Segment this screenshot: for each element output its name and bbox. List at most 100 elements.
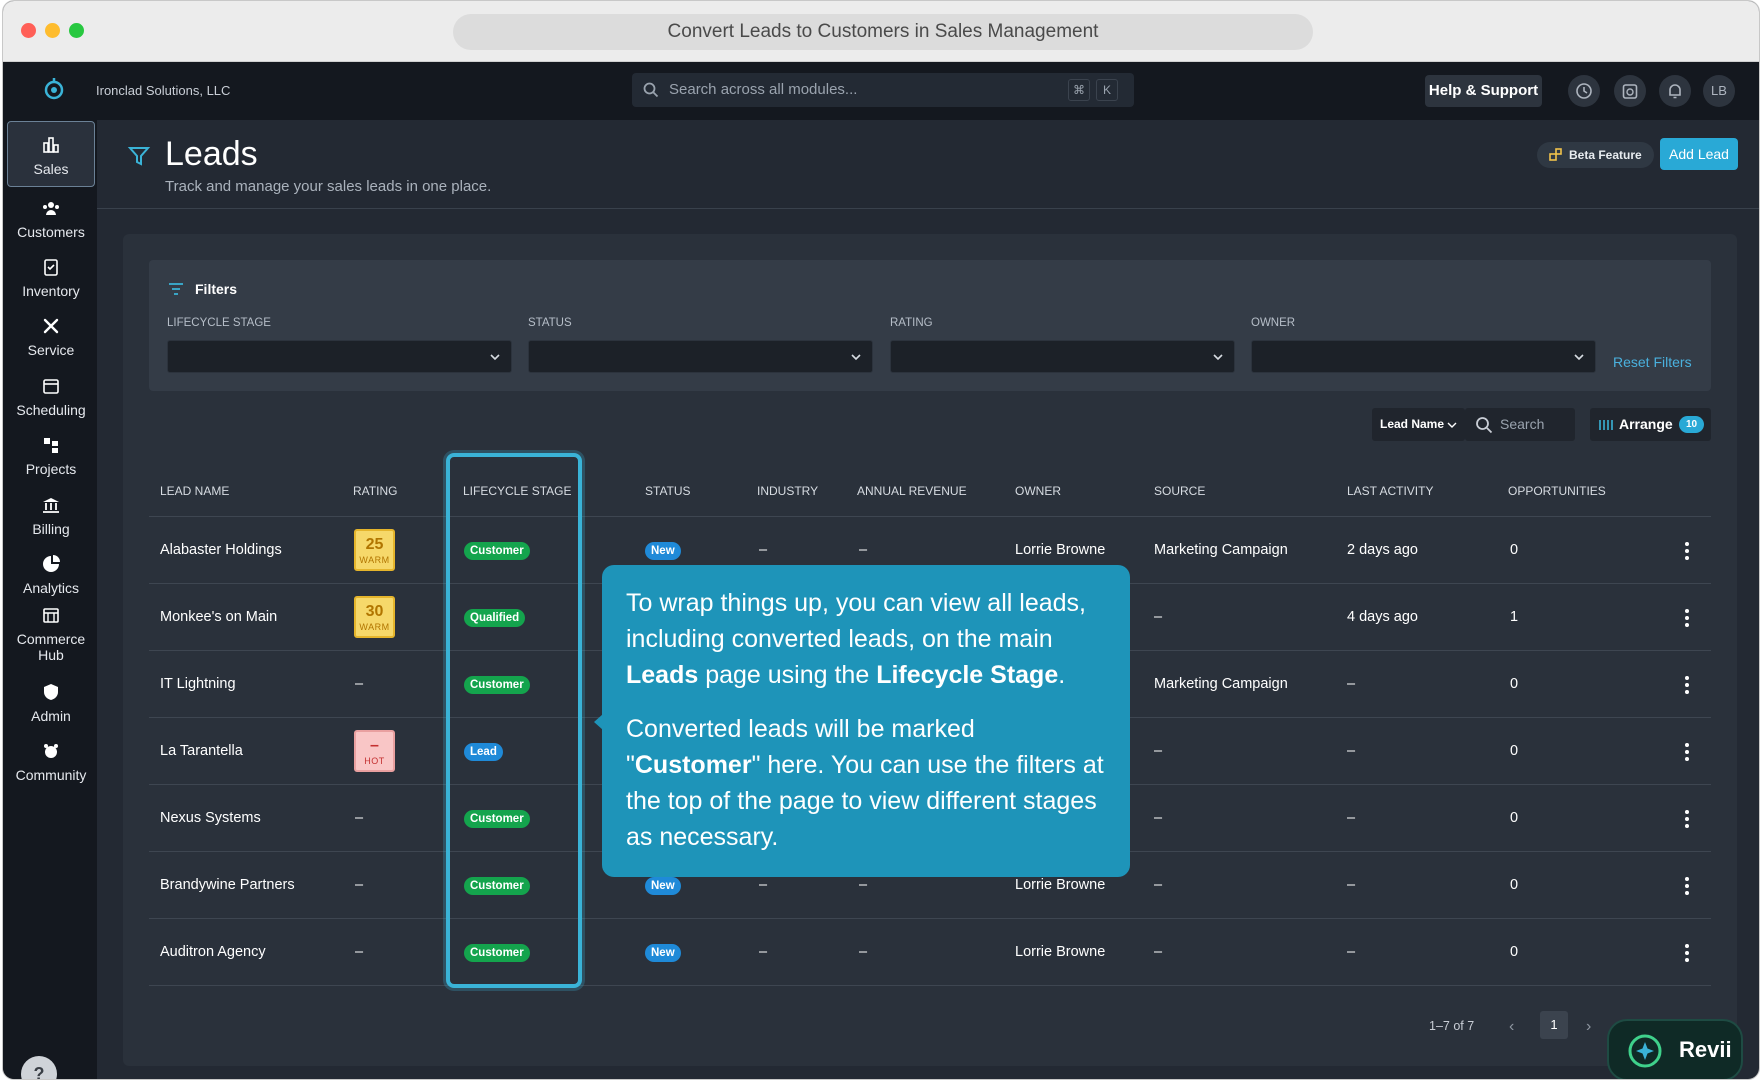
next-page-button[interactable]: › (1586, 1018, 1591, 1036)
lead-name-cell[interactable]: La Tarantella (160, 718, 243, 785)
source-cell: Marketing Campaign (1154, 542, 1288, 558)
sidebar-item-analytics[interactable]: Analytics (7, 554, 95, 596)
people-icon (43, 202, 59, 215)
column-header-rating[interactable]: RATING (353, 484, 397, 498)
previous-page-button[interactable]: ‹ (1509, 1018, 1514, 1036)
reset-filters-link[interactable]: Reset Filters (1613, 354, 1692, 370)
shield-user-icon (44, 684, 58, 700)
store-icon (43, 608, 59, 623)
browser-titlebar: Convert Leads to Customers in Sales Mana… (3, 1, 1759, 62)
tooltip-text: To wrap things up, you can view all lead… (626, 589, 1086, 653)
walkthrough-tooltip: To wrap things up, you can view all lead… (602, 565, 1130, 877)
tools-icon (43, 318, 59, 334)
column-header-status[interactable]: STATUS (645, 484, 691, 498)
global-search-input[interactable]: Search across all modules... ⌘ K (632, 73, 1134, 107)
sidebar-item-scheduling[interactable]: Scheduling (7, 376, 95, 418)
more-options-icon[interactable] (1685, 809, 1689, 829)
lead-name-cell[interactable]: Monkee's on Main (160, 584, 277, 651)
more-options-icon[interactable] (1685, 608, 1689, 628)
sidebar-item-community[interactable]: Community (7, 741, 95, 783)
global-search-placeholder: Search across all modules... (669, 81, 858, 98)
more-options-icon[interactable] (1685, 876, 1689, 896)
sidebar-item-projects[interactable]: Projects (7, 435, 95, 477)
sidebar-item-service[interactable]: Service (7, 316, 95, 358)
opportunities-cell: 0 (1510, 743, 1519, 759)
column-header-owner[interactable]: OWNER (1015, 484, 1061, 498)
column-header-opportunities[interactable]: OPPORTUNITIES (1508, 484, 1606, 498)
page-1-button[interactable]: 1 (1540, 1011, 1568, 1039)
user-avatar[interactable]: LB (1703, 75, 1735, 107)
rating-select[interactable] (890, 340, 1235, 373)
minimize-window-button[interactable] (45, 23, 60, 38)
more-options-icon[interactable] (1685, 675, 1689, 695)
timer-button[interactable] (1614, 75, 1646, 107)
rating-cell: – (355, 810, 364, 826)
rating-cell: – (355, 676, 364, 692)
app-logo-icon[interactable] (41, 76, 67, 102)
source-cell: – (1154, 944, 1163, 960)
lead-name-cell[interactable]: Alabaster Holdings (160, 517, 282, 584)
help-support-button[interactable]: Help & Support (1425, 75, 1542, 107)
table-row[interactable]: Auditron Agency – Customer New – – Lorri… (149, 919, 1711, 986)
app-window: Convert Leads to Customers in Sales Mana… (2, 0, 1760, 1080)
sidebar-item-commerce-hub[interactable]: Commerce Hub (7, 605, 95, 663)
add-lead-button[interactable]: Add Lead (1660, 138, 1738, 170)
sort-field-select[interactable]: Lead Name (1372, 408, 1465, 441)
sidebar-item-label: Projects (25, 461, 77, 477)
bar-chart-icon (43, 137, 59, 153)
sidebar-item-sales[interactable]: Sales (7, 121, 95, 187)
column-header-lead-name[interactable]: LEAD NAME (160, 484, 229, 498)
opportunities-cell: 1 (1510, 609, 1519, 625)
sidebar-item-customers[interactable]: Customers (7, 198, 95, 240)
status-badge: New (645, 877, 681, 895)
chevron-down-icon (490, 354, 500, 361)
rating-badge: 25 WARM (354, 529, 395, 571)
notifications-button[interactable] (1659, 75, 1691, 107)
more-options-icon[interactable] (1685, 541, 1689, 561)
more-options-icon[interactable] (1685, 943, 1689, 963)
column-header-last-activity[interactable]: LAST ACTIVITY (1347, 484, 1433, 498)
sidebar-item-admin[interactable]: Admin (7, 682, 95, 724)
table-search-input[interactable]: Search (1465, 408, 1575, 441)
status-select[interactable] (528, 340, 873, 373)
column-header-annual-revenue[interactable]: ANNUAL REVENUE (857, 484, 967, 498)
column-header-industry[interactable]: INDUSTRY (757, 484, 818, 498)
lead-name-cell[interactable]: Auditron Agency (160, 919, 266, 986)
revii-assistant-button[interactable]: Revii (1607, 1019, 1743, 1079)
sidebar-item-inventory[interactable]: Inventory (7, 257, 95, 299)
last-activity-cell: – (1347, 877, 1356, 893)
hierarchy-icon (44, 438, 58, 453)
filters-title: Filters (195, 281, 238, 297)
sidebar-item-label: Customers (17, 224, 85, 240)
last-activity-cell: – (1347, 944, 1356, 960)
owner-label: OWNER (1251, 317, 1296, 329)
rating-label: RATING (890, 317, 933, 329)
source-cell: – (1154, 877, 1163, 893)
maximize-window-button[interactable] (69, 23, 84, 38)
column-header-source[interactable]: SOURCE (1154, 484, 1205, 498)
source-cell: Marketing Campaign (1154, 676, 1288, 692)
filter-lines-icon (169, 283, 183, 295)
lifecycle-stage-select[interactable] (167, 340, 512, 373)
sidebar-item-label: Sales (33, 161, 69, 177)
rating-score: – (370, 737, 379, 754)
close-window-button[interactable] (21, 23, 36, 38)
company-name: Ironclad Solutions, LLC (96, 83, 231, 98)
sidebar-item-billing[interactable]: Billing (7, 495, 95, 537)
arrange-columns-button[interactable]: Arrange 10 (1590, 408, 1711, 441)
lead-name-cell[interactable]: IT Lightning (160, 651, 236, 718)
k-key-hint: K (1096, 79, 1118, 101)
lead-name-cell[interactable]: Brandywine Partners (160, 852, 295, 919)
page-title: Leads (165, 135, 258, 173)
sort-field-label: Lead Name (1380, 417, 1445, 431)
tooltip-paragraph-2: Converted leads will be marked "Customer… (626, 711, 1106, 855)
more-options-icon[interactable] (1685, 742, 1689, 762)
lead-name-cell[interactable]: Nexus Systems (160, 785, 261, 852)
last-activity-cell: 2 days ago (1347, 542, 1418, 558)
owner-select[interactable] (1251, 340, 1596, 373)
beta-feature-badge[interactable]: Beta Feature (1537, 142, 1654, 168)
sidebar-item-label: Community (15, 767, 87, 783)
community-icon (44, 744, 58, 758)
industry-cell: – (759, 944, 768, 960)
history-button[interactable] (1568, 75, 1600, 107)
